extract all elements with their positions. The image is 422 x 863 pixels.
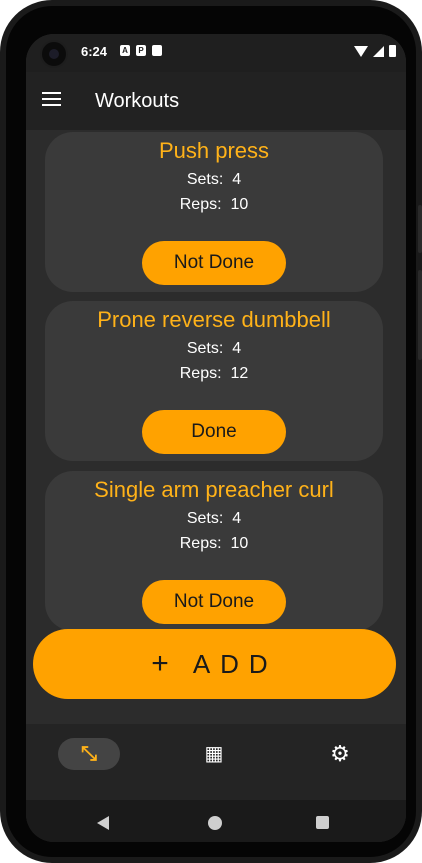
notification-icons: A P: [120, 45, 162, 56]
nav-calendar[interactable]: ▦: [183, 738, 245, 770]
phone-bezel: 6:24 A P Workouts Push press Sets: 4 Rep…: [6, 6, 416, 857]
back-icon[interactable]: [97, 816, 109, 830]
wifi-icon: [354, 45, 368, 57]
sets-label: Sets:: [186, 171, 224, 188]
sets-row: Sets: 4: [45, 510, 383, 528]
app-bar: Workouts: [26, 72, 406, 130]
status-time: 6:24: [81, 44, 108, 59]
sets-row: Sets: 4: [45, 340, 383, 358]
reps-label: Reps:: [179, 535, 222, 552]
battery-icon: [389, 45, 396, 57]
add-workout-button[interactable]: + ADD: [33, 629, 396, 699]
sets-row: Sets: 4: [45, 171, 383, 189]
status-bar: 6:24 A P: [26, 34, 406, 72]
reps-row: Reps: 10: [45, 196, 383, 214]
status-toggle-button[interactable]: Not Done: [142, 580, 286, 624]
workout-card: Prone reverse dumbbell Sets: 4 Reps: 12 …: [45, 301, 383, 461]
sets-value: 4: [232, 171, 242, 188]
dumbbell-icon: ⤡: [81, 743, 97, 765]
workout-card: Single arm preacher curl Sets: 4 Reps: 1…: [45, 471, 383, 631]
reps-value: 10: [230, 196, 249, 213]
page-title: Workouts: [95, 90, 180, 112]
screen: 6:24 A P Workouts Push press Sets: 4 Rep…: [26, 34, 406, 842]
reps-row: Reps: 10: [45, 535, 383, 553]
signal-icon: [373, 45, 384, 57]
nav-settings[interactable]: ⚙: [309, 738, 371, 770]
workout-name: Push press: [158, 138, 270, 163]
system-icons: [354, 45, 396, 57]
workout-name: Prone reverse dumbbell: [97, 307, 331, 332]
reps-label: Reps:: [179, 196, 222, 213]
power-button: [418, 205, 422, 253]
system-navigation-bar: [26, 800, 406, 842]
camera-icon: [40, 40, 68, 68]
bottom-navigation: ⤡ ▦ ⚙: [26, 724, 406, 800]
home-icon[interactable]: [208, 816, 222, 830]
gear-icon: ⚙: [330, 741, 350, 766]
calendar-icon: ▦: [204, 743, 224, 765]
reps-row: Reps: 12: [45, 365, 383, 383]
workout-name: Single arm preacher curl: [94, 477, 334, 502]
notification-p-icon: P: [136, 45, 146, 56]
plus-icon: +: [151, 647, 169, 680]
reps-value: 12: [230, 365, 249, 382]
add-label: ADD: [192, 649, 278, 679]
sets-value: 4: [232, 510, 242, 527]
nav-workouts[interactable]: ⤡: [58, 738, 120, 770]
status-toggle-button[interactable]: Not Done: [142, 241, 286, 285]
sd-card-icon: [152, 45, 162, 56]
notification-a-icon: A: [120, 45, 130, 56]
recents-icon[interactable]: [316, 816, 329, 829]
reps-label: Reps:: [179, 365, 222, 382]
sets-label: Sets:: [186, 340, 224, 357]
reps-value: 10: [230, 535, 249, 552]
sets-value: 4: [232, 340, 242, 357]
sets-label: Sets:: [186, 510, 224, 527]
volume-button: [418, 270, 422, 360]
menu-icon[interactable]: [42, 92, 61, 108]
phone-frame: 6:24 A P Workouts Push press Sets: 4 Rep…: [0, 0, 422, 863]
status-toggle-button[interactable]: Done: [142, 410, 286, 454]
workout-card: Push press Sets: 4 Reps: 10 Not Done: [45, 132, 383, 292]
